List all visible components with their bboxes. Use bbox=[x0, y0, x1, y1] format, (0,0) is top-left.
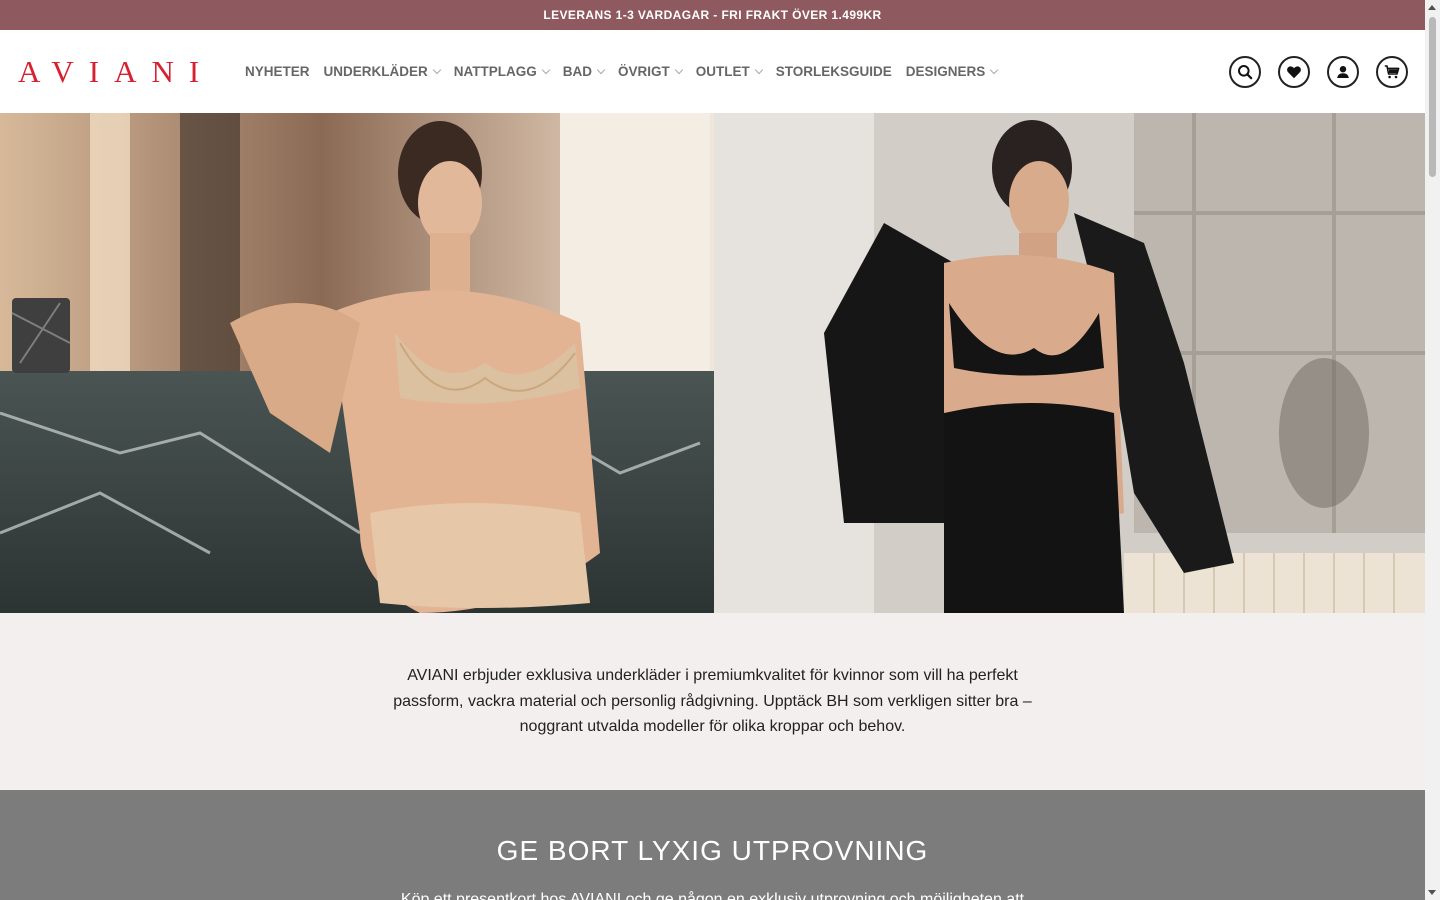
search-button[interactable] bbox=[1229, 56, 1261, 88]
gift-card-section: GE BORT LYXIG UTPROVNING Köp ett present… bbox=[0, 790, 1425, 900]
header-icons bbox=[1229, 56, 1408, 88]
scroll-up-arrow-icon[interactable] bbox=[1428, 5, 1436, 10]
nav-item-bad[interactable]: BAD bbox=[562, 64, 606, 79]
chevron-down-icon bbox=[432, 65, 442, 75]
logo[interactable]: AVIANI bbox=[18, 56, 228, 87]
nav-item-nattplagg[interactable]: NATTPLAGG bbox=[453, 64, 551, 79]
hero-right-illustration bbox=[714, 113, 1425, 613]
cart-icon bbox=[1384, 65, 1400, 79]
nav-item-storleksguide[interactable]: STORLEKSGUIDE bbox=[776, 64, 892, 79]
chevron-down-icon bbox=[541, 65, 551, 75]
nav-item-outlet[interactable]: OUTLET bbox=[695, 64, 764, 79]
page-scrollbar[interactable] bbox=[1425, 0, 1440, 900]
cart-button[interactable] bbox=[1376, 56, 1408, 88]
search-icon bbox=[1238, 65, 1253, 80]
chevron-down-icon bbox=[674, 65, 684, 75]
nav-item-nyheter[interactable]: NYHETER bbox=[245, 64, 310, 79]
user-icon bbox=[1337, 66, 1349, 78]
page: LEVERANS 1-3 VARDAGAR - FRI FRAKT ÖVER 1… bbox=[0, 0, 1425, 900]
account-button[interactable] bbox=[1327, 56, 1359, 88]
gift-text: Köp ett presentkort hos AVIANI och ge nå… bbox=[400, 891, 1025, 900]
heart-icon bbox=[1287, 66, 1301, 79]
nav-item-label: UNDERKLÄDER bbox=[323, 64, 428, 79]
intro-section: AVIANI erbjuder exklusiva underkläder i … bbox=[0, 613, 1425, 790]
hero-image-right bbox=[714, 113, 1425, 613]
chevron-down-icon bbox=[596, 65, 606, 75]
hero-left-illustration bbox=[0, 113, 714, 613]
nav-item-ovrigt[interactable]: ÖVRIGT bbox=[618, 64, 684, 79]
nav-item-label: NATTPLAGG bbox=[453, 64, 537, 79]
chevron-down-icon bbox=[990, 65, 999, 75]
gift-title: GE BORT LYXIG UTPROVNING bbox=[496, 835, 929, 866]
main-nav: NYHETER UNDERKLÄDER NATTPLAGG BAD ÖVRIGT… bbox=[245, 64, 1011, 79]
nav-item-label: NYHETER bbox=[245, 64, 310, 79]
site-header: AVIANI NYHETER UNDERKLÄDER NATTPLAGG BAD… bbox=[0, 30, 1425, 113]
hero-banner[interactable] bbox=[0, 113, 1425, 613]
chevron-down-icon bbox=[754, 65, 764, 75]
shipping-banner: LEVERANS 1-3 VARDAGAR - FRI FRAKT ÖVER 1… bbox=[0, 0, 1425, 30]
wishlist-button[interactable] bbox=[1278, 56, 1310, 88]
nav-item-label: DESIGNERS bbox=[905, 64, 986, 79]
nav-item-label: OUTLET bbox=[695, 64, 750, 79]
nav-item-label: STORLEKSGUIDE bbox=[775, 64, 892, 79]
hero-image-left bbox=[0, 113, 714, 613]
intro-text: AVIANI erbjuder exklusiva underkläder i … bbox=[393, 667, 1032, 736]
nav-item-underklader[interactable]: UNDERKLÄDER bbox=[323, 64, 442, 79]
shipping-banner-text: LEVERANS 1-3 VARDAGAR - FRI FRAKT ÖVER 1… bbox=[543, 8, 882, 22]
nav-item-label: ÖVRIGT bbox=[618, 64, 670, 79]
nav-item-designers[interactable]: DESIGNERS bbox=[905, 64, 999, 79]
scroll-down-arrow-icon[interactable] bbox=[1428, 890, 1436, 895]
scrollbar-thumb[interactable] bbox=[1429, 17, 1436, 177]
nav-item-label: BAD bbox=[562, 64, 593, 79]
